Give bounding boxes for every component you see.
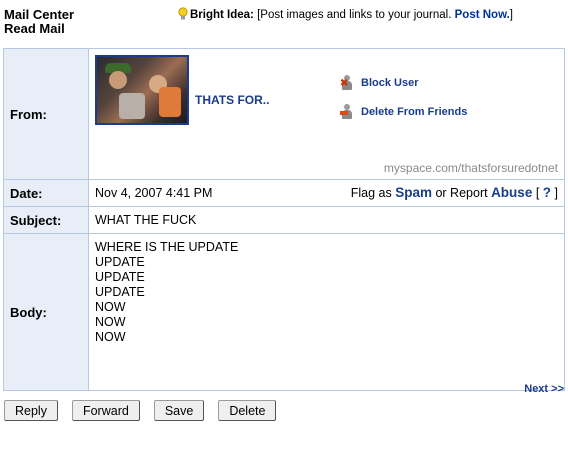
- from-label: From:: [3, 48, 89, 180]
- body-line: NOW: [95, 315, 126, 329]
- title-mail-center: Mail Center: [4, 7, 75, 22]
- body-line: UPDATE: [95, 255, 145, 269]
- message-body: WHERE IS THE UPDATE UPDATE UPDATE UPDATE…: [88, 233, 565, 391]
- profile-url: myspace.com/thatsforsuredotnet: [383, 161, 558, 175]
- bright-idea-label: Bright Idea:: [190, 9, 254, 21]
- date-label: Date:: [3, 179, 89, 207]
- body-line: UPDATE: [95, 270, 145, 284]
- subject-label: Subject:: [3, 206, 89, 234]
- flag-prefix: Flag as: [350, 186, 392, 200]
- bright-idea-banner: Bright Idea: [Post images and links to y…: [178, 7, 513, 24]
- forward-button[interactable]: Forward: [71, 400, 140, 421]
- action-buttons: Reply Forward Save Delete: [4, 400, 277, 421]
- body-line: WHERE IS THE UPDATE: [95, 240, 239, 254]
- delete-friend-icon: [340, 104, 353, 120]
- message-table: From: THATS FOR.. ✖ Block User Delete Fr…: [3, 48, 565, 391]
- abuse-link[interactable]: Abuse: [491, 185, 532, 200]
- delete-button[interactable]: Delete: [218, 400, 277, 421]
- report-text: or Report: [435, 186, 488, 200]
- sender-name-link[interactable]: THATS FOR..: [195, 93, 269, 107]
- reply-button[interactable]: Reply: [4, 400, 58, 421]
- block-user-action[interactable]: ✖ Block User: [340, 75, 418, 91]
- next-message-link[interactable]: Next >>: [524, 383, 564, 395]
- from-cell: THATS FOR.. ✖ Block User Delete From Fri…: [88, 48, 565, 180]
- block-user-icon: ✖: [340, 75, 353, 91]
- flag-report: Flag as Spam or Report Abuse [ ? ]: [351, 185, 558, 200]
- help-open: [: [535, 186, 540, 200]
- delete-friend-action[interactable]: Delete From Friends: [340, 104, 467, 120]
- body-line: NOW: [95, 300, 126, 314]
- page-title: Mail Center Read Mail: [4, 8, 74, 36]
- block-user-link[interactable]: Block User: [361, 77, 418, 89]
- help-link[interactable]: ?: [543, 185, 551, 200]
- post-now-link[interactable]: Post Now.: [455, 9, 510, 21]
- body-line: NOW: [95, 330, 126, 344]
- date-value: Nov 4, 2007 4:41 PM: [95, 186, 213, 200]
- save-button[interactable]: Save: [153, 400, 205, 421]
- body-label: Body:: [3, 233, 89, 391]
- bright-idea-text: [Post images and links to your journal.: [257, 9, 452, 21]
- date-cell: Nov 4, 2007 4:41 PM Flag as Spam or Repo…: [88, 179, 565, 207]
- sender-avatar[interactable]: [95, 55, 189, 125]
- body-line: UPDATE: [95, 285, 145, 299]
- lightbulb-icon: [178, 7, 188, 24]
- spam-link[interactable]: Spam: [395, 185, 432, 200]
- bright-idea-close: ]: [509, 9, 513, 21]
- title-read-mail: Read Mail: [4, 21, 65, 36]
- delete-friend-link[interactable]: Delete From Friends: [361, 106, 467, 118]
- help-close: ]: [554, 186, 558, 200]
- subject-value: WHAT THE FUCK: [88, 206, 565, 234]
